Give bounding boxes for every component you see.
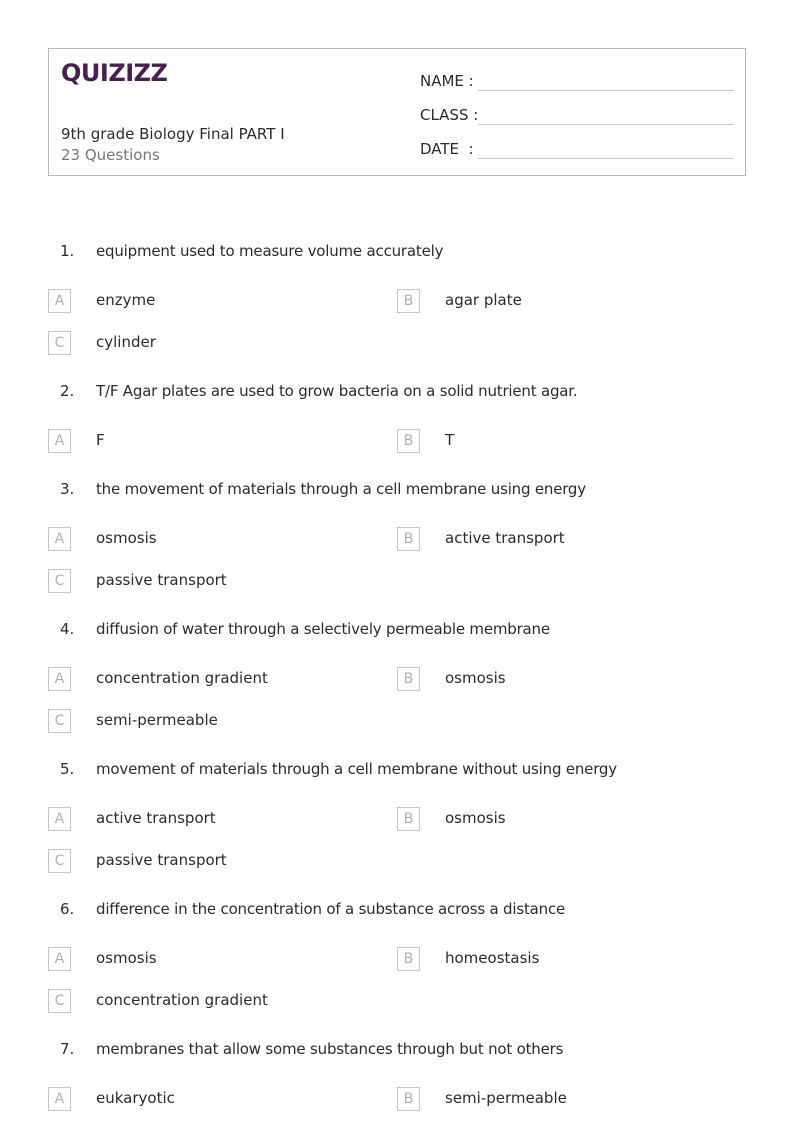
- option-text: semi-permeable: [96, 711, 218, 729]
- worksheet-header: QUIZIZZ 9th grade Biology Final PART I 2…: [48, 48, 746, 176]
- option-text: cylinder: [96, 333, 156, 351]
- option-letter-box: B: [397, 527, 420, 551]
- option-b[interactable]: B homeostasis: [397, 947, 737, 971]
- quizizz-logo: QUIZIZZ: [61, 59, 168, 87]
- class-input[interactable]: [478, 105, 734, 125]
- option-text: eukaryotic: [96, 1089, 175, 1107]
- option-text: active transport: [445, 529, 565, 547]
- name-field: NAME :: [420, 67, 734, 91]
- question-stem: 2. T/F Agar plates are used to grow bact…: [48, 382, 746, 404]
- option-text: enzyme: [96, 291, 156, 309]
- option-text: concentration gradient: [96, 669, 268, 687]
- option-c[interactable]: C passive transport: [48, 849, 388, 873]
- question-stem: 1. equipment used to measure volume accu…: [48, 242, 746, 264]
- option-letter-box: B: [397, 807, 420, 831]
- option-a[interactable]: A osmosis: [48, 947, 388, 971]
- option-letter-box: A: [48, 289, 71, 313]
- option-letter-box: A: [48, 429, 71, 453]
- option-text: concentration gradient: [96, 991, 268, 1009]
- option-letter-box: A: [48, 527, 71, 551]
- question-number: 6.: [60, 900, 75, 918]
- option-letter-box: A: [48, 1087, 71, 1111]
- option-b[interactable]: B osmosis: [397, 807, 737, 831]
- question-text: movement of materials through a cell mem…: [96, 760, 617, 778]
- worksheet-title: 9th grade Biology Final PART I: [61, 125, 285, 143]
- option-text: F: [96, 431, 105, 449]
- option-letter-box: B: [397, 289, 420, 313]
- option-text: passive transport: [96, 851, 227, 869]
- option-text: agar plate: [445, 291, 522, 309]
- option-c[interactable]: C passive transport: [48, 569, 388, 593]
- option-text: osmosis: [445, 809, 506, 827]
- name-label: NAME :: [420, 72, 474, 90]
- option-b[interactable]: B osmosis: [397, 667, 737, 691]
- option-text: osmosis: [96, 949, 157, 967]
- question-stem: 3. the movement of materials through a c…: [48, 480, 746, 502]
- option-text: osmosis: [96, 529, 157, 547]
- question-text: equipment used to measure volume accurat…: [96, 242, 444, 260]
- option-a[interactable]: A active transport: [48, 807, 388, 831]
- question-number: 4.: [60, 620, 75, 638]
- option-letter-box: C: [48, 569, 71, 593]
- option-b[interactable]: B agar plate: [397, 289, 737, 313]
- question-text: difference in the concentration of a sub…: [96, 900, 566, 918]
- option-a[interactable]: A enzyme: [48, 289, 388, 313]
- question-stem: 6. difference in the concentration of a …: [48, 900, 746, 922]
- date-label: DATE :: [420, 140, 474, 158]
- question-stem: 5. movement of materials through a cell …: [48, 760, 746, 782]
- option-letter-box: C: [48, 989, 71, 1013]
- option-letter-box: A: [48, 667, 71, 691]
- option-text: active transport: [96, 809, 216, 827]
- option-letter-box: B: [397, 1087, 420, 1111]
- option-a[interactable]: A eukaryotic: [48, 1087, 388, 1111]
- option-a[interactable]: A osmosis: [48, 527, 388, 551]
- question-text: the movement of materials through a cell…: [96, 480, 586, 498]
- option-letter-box: C: [48, 331, 71, 355]
- class-label: CLASS :: [420, 106, 479, 124]
- option-c[interactable]: C semi-permeable: [48, 709, 388, 733]
- option-text: T: [445, 431, 455, 449]
- question-count: 23 Questions: [61, 146, 160, 164]
- question-number: 1.: [60, 242, 75, 260]
- option-a[interactable]: A F: [48, 429, 388, 453]
- question-number: 3.: [60, 480, 75, 498]
- question-text: diffusion of water through a selectively…: [96, 620, 550, 638]
- option-letter-box: A: [48, 947, 71, 971]
- option-b[interactable]: B T: [397, 429, 737, 453]
- question-number: 7.: [60, 1040, 75, 1058]
- option-a[interactable]: A concentration gradient: [48, 667, 388, 691]
- name-input[interactable]: [478, 71, 734, 91]
- option-text: osmosis: [445, 669, 506, 687]
- question-number: 5.: [60, 760, 75, 778]
- date-input[interactable]: [478, 139, 734, 159]
- option-letter-box: C: [48, 849, 71, 873]
- option-text: passive transport: [96, 571, 227, 589]
- option-letter-box: B: [397, 947, 420, 971]
- option-c[interactable]: C cylinder: [48, 331, 388, 355]
- question-number: 2.: [60, 382, 75, 400]
- question-stem: 7. membranes that allow some substances …: [48, 1040, 746, 1062]
- question-stem: 4. diffusion of water through a selectiv…: [48, 620, 746, 642]
- option-text: homeostasis: [445, 949, 540, 967]
- question-text: T/F Agar plates are used to grow bacteri…: [96, 382, 578, 400]
- question-text: membranes that allow some substances thr…: [96, 1040, 564, 1058]
- option-b[interactable]: B semi-permeable: [397, 1087, 737, 1111]
- option-text: semi-permeable: [445, 1089, 567, 1107]
- date-field: DATE :: [420, 135, 734, 159]
- option-letter-box: B: [397, 667, 420, 691]
- option-c[interactable]: C concentration gradient: [48, 989, 388, 1013]
- option-letter-box: B: [397, 429, 420, 453]
- option-letter-box: C: [48, 709, 71, 733]
- class-field: CLASS :: [420, 101, 734, 125]
- option-letter-box: A: [48, 807, 71, 831]
- option-b[interactable]: B active transport: [397, 527, 737, 551]
